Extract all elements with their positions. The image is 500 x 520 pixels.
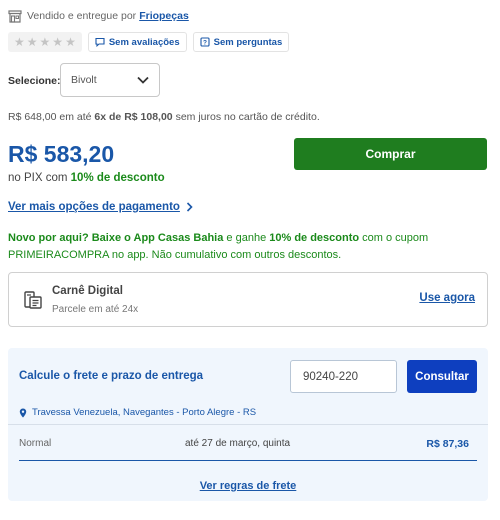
- seller-link[interactable]: Friopeças: [139, 10, 189, 22]
- installments-info: R$ 648,00 em até 6x de R$ 108,00 sem jur…: [8, 111, 320, 123]
- location-pin-icon: [19, 408, 27, 417]
- installments-plan: 6x de R$ 108,00: [94, 111, 173, 123]
- shipping-type: Normal: [19, 438, 52, 449]
- pix-price: R$ 583,20: [8, 141, 115, 167]
- star-icon: ★: [14, 35, 25, 49]
- star-icon: ★: [39, 35, 51, 49]
- installments-mid: em até: [59, 111, 92, 123]
- voltage-selected: Bivolt: [71, 74, 97, 86]
- carne-subtitle: Parcele em até 24x: [52, 304, 139, 315]
- star-rating: ★ ★ ★ ★ ★: [8, 32, 82, 52]
- promo-discount: 10% de desconto: [269, 232, 360, 244]
- more-payment-link[interactable]: Ver mais opções de pagamento: [8, 201, 193, 213]
- rating-row: ★ ★ ★ ★ ★ Sem avaliações ? Sem perguntas: [8, 32, 290, 52]
- promo-app: Novo por aqui? Baixe o App Casas Bahia: [8, 232, 224, 244]
- questions-chip[interactable]: ? Sem perguntas: [192, 32, 290, 52]
- cep-input[interactable]: [290, 360, 397, 393]
- chevron-down-icon: [137, 76, 149, 84]
- address-text: Travessa Venezuela, Navegantes - Porto A…: [32, 407, 257, 418]
- voltage-select[interactable]: Bivolt: [60, 63, 160, 97]
- chevron-right-icon: [186, 202, 193, 212]
- star-icon: ★: [52, 35, 64, 49]
- promo-text: Novo por aqui? Baixe o App Casas Bahia e…: [8, 230, 488, 264]
- buy-button[interactable]: Comprar: [294, 138, 487, 170]
- pix-discount-info: no PIX com 10% de desconto: [8, 172, 165, 184]
- installments-end: sem juros no cartão de crédito.: [175, 111, 320, 123]
- pix-discount: 10% de desconto: [70, 172, 165, 184]
- reviews-chip[interactable]: Sem avaliações: [87, 32, 187, 52]
- divider: [8, 424, 488, 425]
- carne-digital-card: Carnê Digital Parcele em até 24x Use ago…: [8, 272, 488, 327]
- carne-icon: [24, 291, 42, 309]
- seller-info: Vendido e entregue por Friopeças: [8, 8, 189, 24]
- variant-label: Selecione:: [8, 75, 61, 87]
- store-icon: [8, 9, 22, 23]
- full-price: R$ 648,00: [8, 111, 57, 123]
- comment-icon: [95, 37, 105, 47]
- questions-label: Sem perguntas: [213, 36, 283, 48]
- promo-mid: e ganhe: [226, 232, 267, 244]
- consult-button[interactable]: Consultar: [407, 360, 477, 393]
- star-icon: ★: [65, 35, 76, 49]
- question-icon: ?: [200, 37, 210, 47]
- svg-text:?: ?: [203, 40, 207, 47]
- star-icon: ★: [26, 35, 38, 49]
- divider: [19, 460, 477, 461]
- freight-rules-link[interactable]: Ver regras de frete: [8, 480, 488, 492]
- shipping-price: R$ 87,36: [426, 438, 469, 450]
- delivery-address: Travessa Venezuela, Navegantes - Porto A…: [19, 407, 256, 418]
- use-now-link[interactable]: Use agora: [419, 292, 475, 304]
- reviews-label: Sem avaliações: [108, 36, 180, 48]
- carne-title: Carnê Digital: [52, 285, 123, 297]
- pix-prefix: no PIX com: [8, 172, 68, 184]
- freight-calculator: Calcule o frete e prazo de entrega Consu…: [8, 348, 488, 501]
- shipping-date: até 27 de março, quinta: [185, 438, 291, 449]
- more-payment-label: Ver mais opções de pagamento: [8, 201, 180, 213]
- seller-prefix: Vendido e entregue por: [27, 10, 137, 22]
- freight-title: Calcule o frete e prazo de entrega: [19, 370, 204, 382]
